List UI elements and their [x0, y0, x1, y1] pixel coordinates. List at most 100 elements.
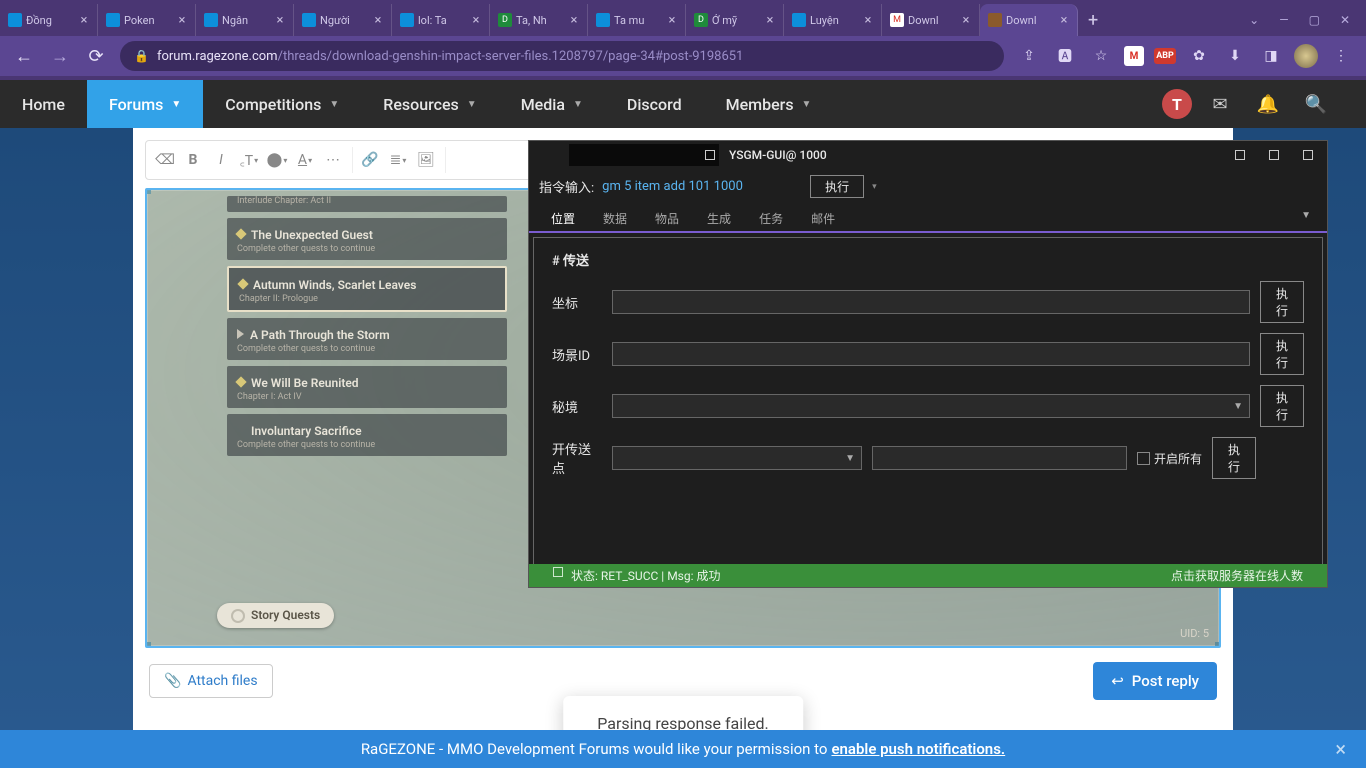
gm-tab-items[interactable]: 物品: [641, 206, 693, 231]
chevron-down-icon[interactable]: ⌄: [1249, 13, 1259, 27]
open-all-checkbox[interactable]: 开启所有: [1137, 450, 1202, 467]
font-size-icon[interactable]: ꜀T▾: [236, 147, 262, 173]
user-avatar[interactable]: T: [1162, 89, 1192, 119]
gm-tab-data[interactable]: 数据: [589, 206, 641, 231]
browser-tab[interactable]: Người×: [294, 4, 392, 36]
gm-tab-quest[interactable]: 任务: [745, 206, 797, 231]
inbox-icon[interactable]: ✉: [1200, 84, 1240, 124]
remove-format-icon[interactable]: ⌫: [152, 147, 178, 173]
font-family-icon[interactable]: A▾: [292, 147, 318, 173]
bookmark-icon[interactable]: ☆: [1088, 43, 1114, 69]
address-bar[interactable]: 🔒 forum.ragezone.com/threads/download-ge…: [120, 41, 1004, 71]
post-reply-button[interactable]: ↩Post reply: [1093, 662, 1217, 700]
tab-title: Luyện: [810, 14, 857, 27]
gmail-icon[interactable]: M: [1124, 46, 1144, 66]
close-icon[interactable]: ×: [665, 13, 679, 27]
exec-button[interactable]: 执行: [1212, 437, 1256, 479]
close-icon[interactable]: ×: [175, 13, 189, 27]
close-icon[interactable]: ×: [1335, 737, 1346, 761]
sidepanel-icon[interactable]: ◨: [1258, 43, 1284, 69]
chevron-down-icon[interactable]: ▼: [1293, 206, 1319, 231]
cmd-input[interactable]: gm 5 item add 101 1000: [602, 179, 802, 194]
exec-button[interactable]: 执行: [1260, 333, 1304, 375]
gm-titlebar[interactable]: YSGM-GUI@ 1000: [529, 141, 1327, 169]
list-icon[interactable]: ≣▾: [385, 147, 411, 173]
exec-button[interactable]: 执行: [1260, 385, 1304, 427]
close-icon[interactable]: [1303, 150, 1313, 160]
new-tab-button[interactable]: +: [1078, 10, 1108, 31]
maximize-icon[interactable]: [1269, 150, 1279, 160]
adblock-icon[interactable]: ABP: [1154, 48, 1176, 64]
scene-label: 场景ID: [552, 345, 602, 364]
browser-tab[interactable]: Ngân×: [196, 4, 294, 36]
notif-link[interactable]: enable push notifications.: [831, 740, 1005, 758]
tab-title: Poken: [124, 14, 171, 27]
notification-bar: RaGEZONE - MMO Development Forums would …: [0, 730, 1366, 768]
maximize-icon[interactable]: ▢: [1309, 13, 1320, 27]
minimize-icon[interactable]: [1235, 150, 1245, 160]
image-icon[interactable]: 🖼: [413, 147, 439, 173]
nav-discord[interactable]: Discord: [605, 80, 704, 128]
minimize-icon[interactable]: —: [1279, 13, 1288, 27]
execute-button[interactable]: 执行: [810, 175, 864, 198]
browser-tab[interactable]: lol: Ta×: [392, 4, 490, 36]
close-icon[interactable]: ×: [371, 13, 385, 27]
browser-tab[interactable]: Đồng×: [0, 4, 98, 36]
link-icon[interactable]: 🔗: [357, 147, 383, 173]
play-icon: [237, 329, 244, 339]
extension-icon[interactable]: ✿: [1186, 43, 1212, 69]
exec-button[interactable]: 执行: [1260, 281, 1304, 323]
browser-tab[interactable]: Poken ×: [98, 4, 196, 36]
favicon-icon: [204, 13, 218, 27]
download-icon[interactable]: ⬇: [1222, 43, 1248, 69]
nav-members[interactable]: Members▼: [704, 80, 834, 128]
search-icon[interactable]: 🔍: [1296, 84, 1336, 124]
status-bar: 状态: RET_SUCC | Msg: 成功 点击获取服务器在线人数: [529, 564, 1327, 587]
bold-icon[interactable]: B: [180, 147, 206, 173]
gm-tab-mail[interactable]: 邮件: [797, 206, 849, 231]
nav-competitions[interactable]: Competitions▼: [203, 80, 361, 128]
nav-resources[interactable]: Resources▼: [361, 80, 498, 128]
gm-blank-tab[interactable]: [569, 144, 719, 166]
close-icon[interactable]: ×: [77, 13, 91, 27]
browser-tab[interactable]: DỞ mỹ×: [686, 4, 784, 36]
share-icon[interactable]: ⇪: [1016, 43, 1042, 69]
italic-icon[interactable]: I: [208, 147, 234, 173]
teleport-select[interactable]: ▼: [612, 446, 862, 470]
close-icon[interactable]: ×: [273, 13, 287, 27]
browser-tab-active[interactable]: Downl×: [980, 4, 1078, 36]
gm-tab-position[interactable]: 位置: [537, 206, 589, 233]
close-icon[interactable]: ×: [763, 13, 777, 27]
browser-tab[interactable]: MDownl×: [882, 4, 980, 36]
nav-media[interactable]: Media▼: [499, 80, 605, 128]
close-icon[interactable]: ×: [861, 13, 875, 27]
teleport-input[interactable]: [872, 446, 1127, 470]
scene-input[interactable]: [612, 342, 1250, 366]
more-format-icon[interactable]: ⋯: [320, 147, 346, 173]
nav-home[interactable]: Home: [0, 80, 87, 128]
nav-forums[interactable]: Forums▼: [87, 80, 203, 128]
coord-input[interactable]: [612, 290, 1250, 314]
browser-tab[interactable]: Ta mu×: [588, 4, 686, 36]
back-icon[interactable]: ←: [12, 46, 36, 67]
domain-select[interactable]: ▼: [612, 394, 1250, 418]
quest-item: Interlude Chapter: Act II: [227, 196, 507, 212]
browser-tab[interactable]: Luyện ×: [784, 4, 882, 36]
translate-icon[interactable]: 🅰: [1052, 43, 1078, 69]
alerts-icon[interactable]: 🔔: [1248, 84, 1288, 124]
browser-tab[interactable]: DTa, Nh×: [490, 4, 588, 36]
chevron-down-icon[interactable]: ▾: [872, 182, 877, 192]
menu-icon[interactable]: ⋮: [1328, 43, 1354, 69]
attach-files-button[interactable]: 📎Attach files: [149, 664, 273, 698]
gm-tab-spawn[interactable]: 生成: [693, 206, 745, 231]
text-color-icon[interactable]: ⬤▾: [264, 147, 290, 173]
window-close-icon[interactable]: ✕: [1340, 13, 1350, 27]
status-link[interactable]: 点击获取服务器在线人数: [1171, 567, 1303, 584]
url-domain: forum.ragezone.com: [157, 49, 278, 64]
close-icon[interactable]: ×: [959, 13, 973, 27]
close-icon[interactable]: ×: [469, 13, 483, 27]
profile-avatar-icon[interactable]: [1294, 44, 1318, 68]
close-icon[interactable]: ×: [1057, 13, 1071, 27]
close-icon[interactable]: ×: [567, 13, 581, 27]
reload-icon[interactable]: ⟳: [84, 46, 108, 67]
